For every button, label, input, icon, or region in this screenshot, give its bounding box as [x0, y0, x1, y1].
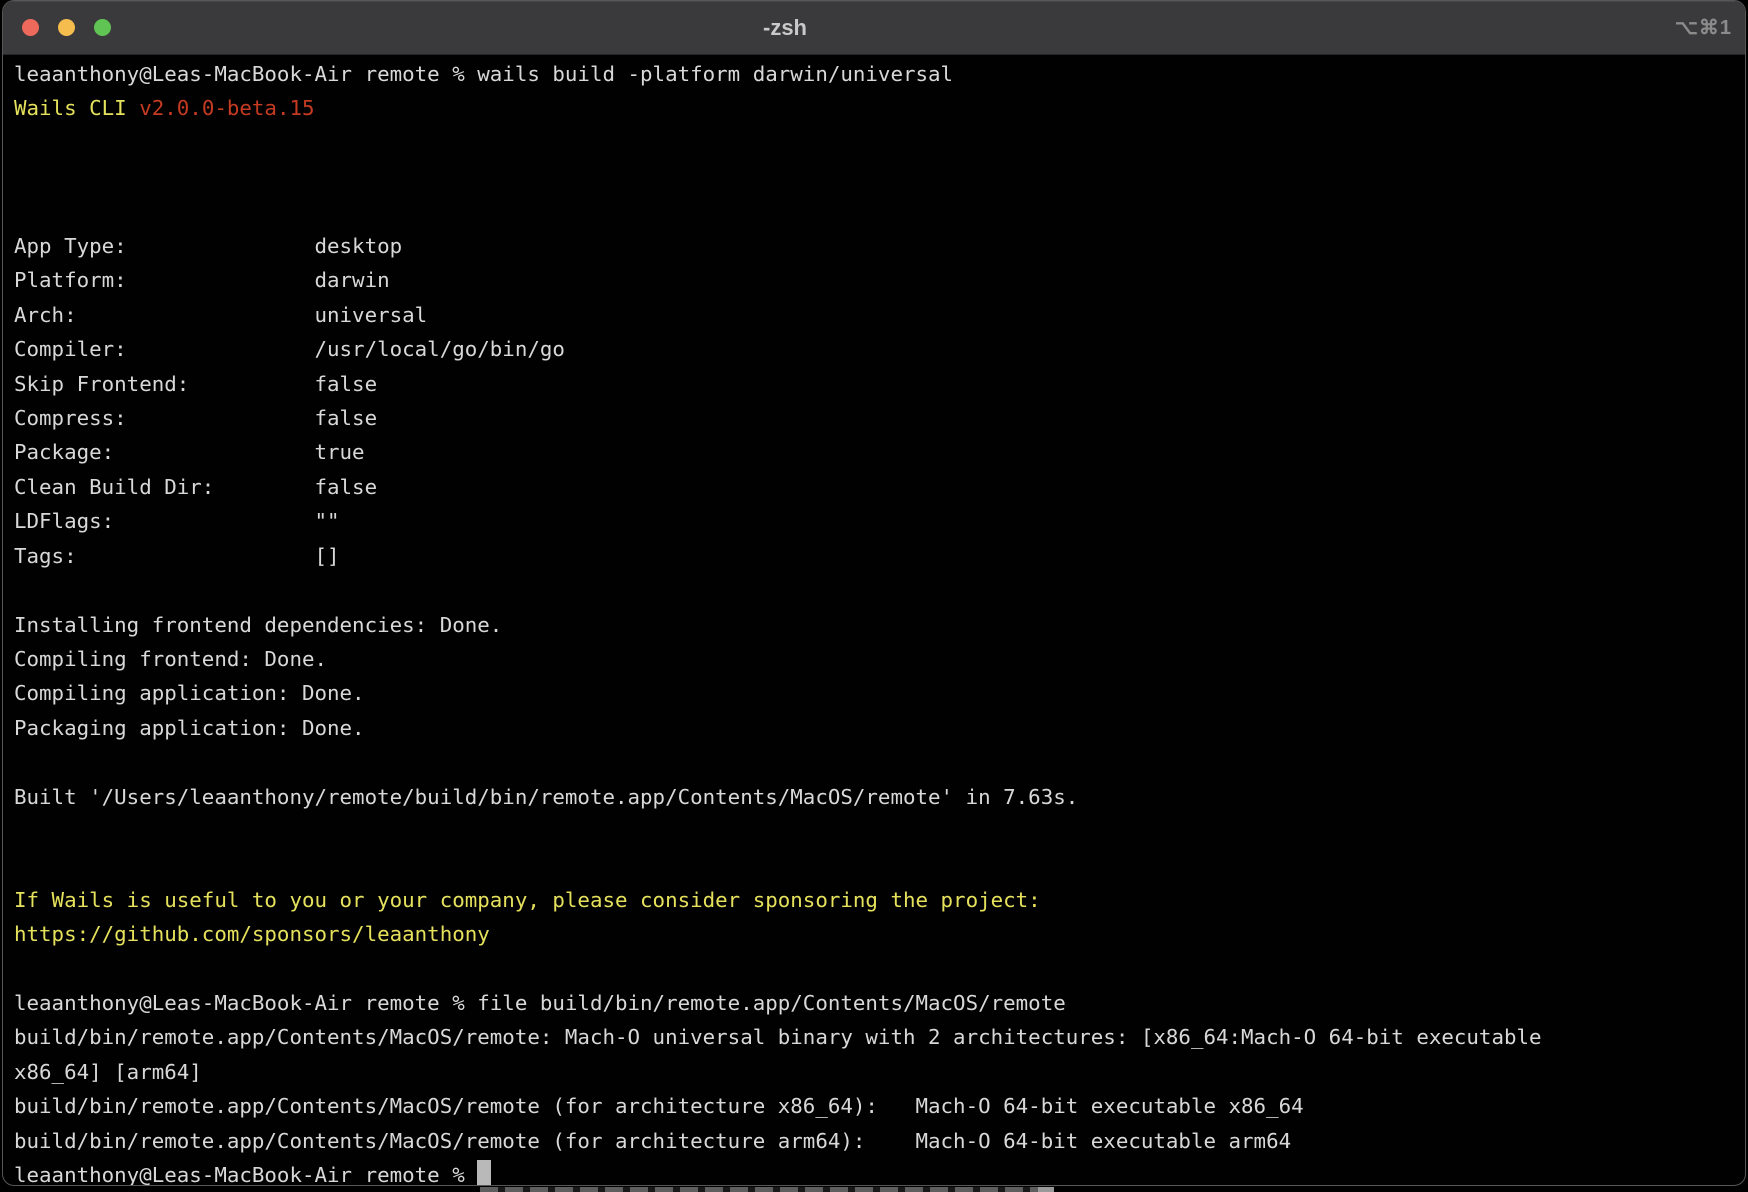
terminal-line	[14, 745, 1745, 779]
terminal-line: Clean Build Dir: false	[14, 470, 1745, 504]
terminal-line: https://github.com/sponsors/leaanthony	[14, 917, 1745, 951]
terminal-line	[14, 160, 1745, 194]
terminal-line: x86_64] [arm64]	[14, 1055, 1745, 1089]
terminal-line: App Type: desktop	[14, 229, 1745, 263]
close-button[interactable]	[22, 19, 39, 36]
terminal-line	[14, 814, 1745, 848]
terminal-line: build/bin/remote.app/Contents/MacOS/remo…	[14, 1124, 1745, 1158]
terminal-line	[14, 573, 1745, 607]
terminal-cursor	[477, 1160, 491, 1186]
terminal-line: leaanthony@Leas-MacBook-Air remote % fil…	[14, 986, 1745, 1020]
terminal-line: Installing frontend dependencies: Done.	[14, 608, 1745, 642]
terminal-line	[14, 195, 1745, 229]
terminal-line: build/bin/remote.app/Contents/MacOS/remo…	[14, 1020, 1745, 1054]
terminal-line: Platform: darwin	[14, 263, 1745, 297]
terminal-line: Wails CLI v2.0.0-beta.15	[14, 91, 1745, 125]
terminal-line: Compiling application: Done.	[14, 676, 1745, 710]
terminal-window: -zsh ⌥⌘1 leaanthony@Leas-MacBook-Air rem…	[2, 0, 1746, 1186]
terminal-line: Compress: false	[14, 401, 1745, 435]
terminal-body[interactable]: leaanthony@Leas-MacBook-Air remote % wai…	[3, 55, 1745, 1186]
terminal-line: If Wails is useful to you or your compan…	[14, 883, 1745, 917]
terminal-line	[14, 952, 1745, 986]
terminal-line: leaanthony@Leas-MacBook-Air remote %	[14, 1158, 1745, 1186]
titlebar[interactable]: -zsh ⌥⌘1	[3, 1, 1745, 55]
terminal-line	[14, 848, 1745, 882]
traffic-lights	[3, 19, 111, 36]
terminal-line: Packaging application: Done.	[14, 711, 1745, 745]
terminal-line: Arch: universal	[14, 298, 1745, 332]
occluded-window-text-fragments	[480, 1187, 1045, 1192]
terminal-line: Package: true	[14, 435, 1745, 469]
terminal-line: Compiling frontend: Done.	[14, 642, 1745, 676]
terminal-line: LDFlags: ""	[14, 504, 1745, 538]
occluded-window-text-fragment	[1038, 1187, 1054, 1192]
terminal-line: build/bin/remote.app/Contents/MacOS/remo…	[14, 1089, 1745, 1123]
terminal-line: leaanthony@Leas-MacBook-Air remote % wai…	[14, 57, 1745, 91]
terminal-line	[14, 126, 1745, 160]
tab-shortcut-label: ⌥⌘1	[1675, 15, 1745, 40]
terminal-line: Tags: []	[14, 539, 1745, 573]
minimize-button[interactable]	[58, 19, 75, 36]
terminal-line: Compiler: /usr/local/go/bin/go	[14, 332, 1745, 366]
terminal-line: Built '/Users/leaanthony/remote/build/bi…	[14, 780, 1745, 814]
terminal-line: Skip Frontend: false	[14, 367, 1745, 401]
zoom-button[interactable]	[94, 19, 111, 36]
window-title: -zsh	[763, 15, 807, 41]
